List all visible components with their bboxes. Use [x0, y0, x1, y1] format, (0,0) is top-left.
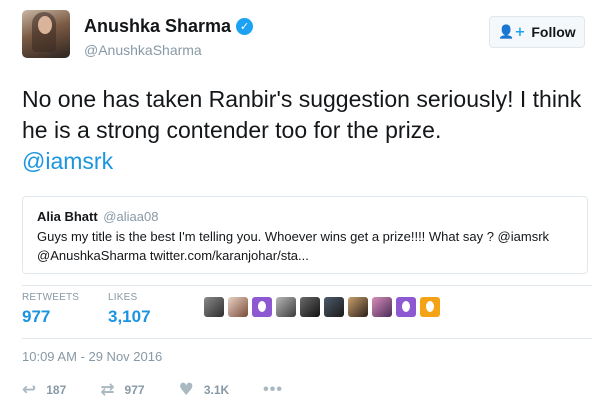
liker-avatar[interactable] [372, 297, 392, 317]
liker-avatar[interactable] [204, 297, 224, 317]
likes-stat[interactable]: LIKES 3,107 [108, 292, 151, 327]
reply-button[interactable]: ↩ 187 [22, 380, 66, 400]
author-name[interactable]: Anushka Sharma [84, 16, 231, 37]
quoted-author-handle: @aliaa08 [103, 209, 159, 224]
liker-avatar-egg[interactable] [396, 297, 416, 317]
liker-avatar[interactable] [276, 297, 296, 317]
liker-avatar[interactable] [348, 297, 368, 317]
liker-avatar[interactable] [300, 297, 320, 317]
quoted-tweet-text: Guys my title is the best I'm telling yo… [37, 229, 550, 263]
reply-count: 187 [46, 383, 67, 397]
divider [22, 338, 592, 339]
tweet-text: No one has taken Ranbir's suggestion ser… [22, 84, 592, 177]
heart-icon: ♥ [178, 380, 194, 400]
follow-button[interactable]: 👤+ Follow [489, 16, 585, 48]
avatar-face [38, 16, 52, 34]
reply-icon: ↩ [22, 380, 37, 400]
retweet-button[interactable]: ⇄ 977 [100, 380, 144, 400]
mention-link[interactable]: @iamsrk [22, 146, 592, 177]
liker-avatars [204, 297, 440, 317]
like-count: 3.1K [203, 383, 230, 397]
retweet-count: 977 [124, 383, 145, 397]
likes-label: LIKES [108, 292, 138, 303]
liker-avatar-egg[interactable] [252, 297, 272, 317]
retweets-stat[interactable]: RETWEETS 977 [22, 292, 79, 327]
verified-badge-icon: ✓ [236, 18, 254, 35]
quoted-tweet-header: Alia Bhatt @aliaa08 [37, 209, 573, 224]
liker-avatar[interactable] [228, 297, 248, 317]
tweet-timestamp[interactable]: 10:09 AM - 29 Nov 2016 [22, 349, 162, 364]
liker-avatar-egg[interactable] [420, 297, 440, 317]
author-name-row[interactable]: Anushka Sharma ✓ [84, 16, 254, 37]
like-button[interactable]: ♥ 3.1K [179, 380, 230, 400]
follow-label: Follow [531, 24, 576, 40]
tweet-actions: ↩ 187 ⇄ 977 ♥ 3.1K ••• [22, 380, 317, 400]
more-dots-icon: ••• [263, 381, 283, 398]
likes-count: 3,107 [108, 307, 151, 326]
tweet-body: No one has taken Ranbir's suggestion ser… [22, 86, 582, 143]
quoted-tweet[interactable]: Alia Bhatt @aliaa08 Guys my title is the… [22, 196, 588, 274]
retweets-label: RETWEETS [22, 292, 80, 303]
more-button[interactable]: ••• [263, 381, 283, 399]
author-avatar[interactable] [22, 10, 70, 58]
retweet-icon: ⇄ [100, 380, 115, 400]
divider [22, 285, 592, 286]
quoted-author-name: Alia Bhatt [37, 209, 98, 224]
retweets-count: 977 [22, 307, 51, 326]
liker-avatar[interactable] [324, 297, 344, 317]
author-handle[interactable]: @AnushkaSharma [84, 42, 202, 58]
add-user-icon: 👤+ [498, 24, 526, 40]
